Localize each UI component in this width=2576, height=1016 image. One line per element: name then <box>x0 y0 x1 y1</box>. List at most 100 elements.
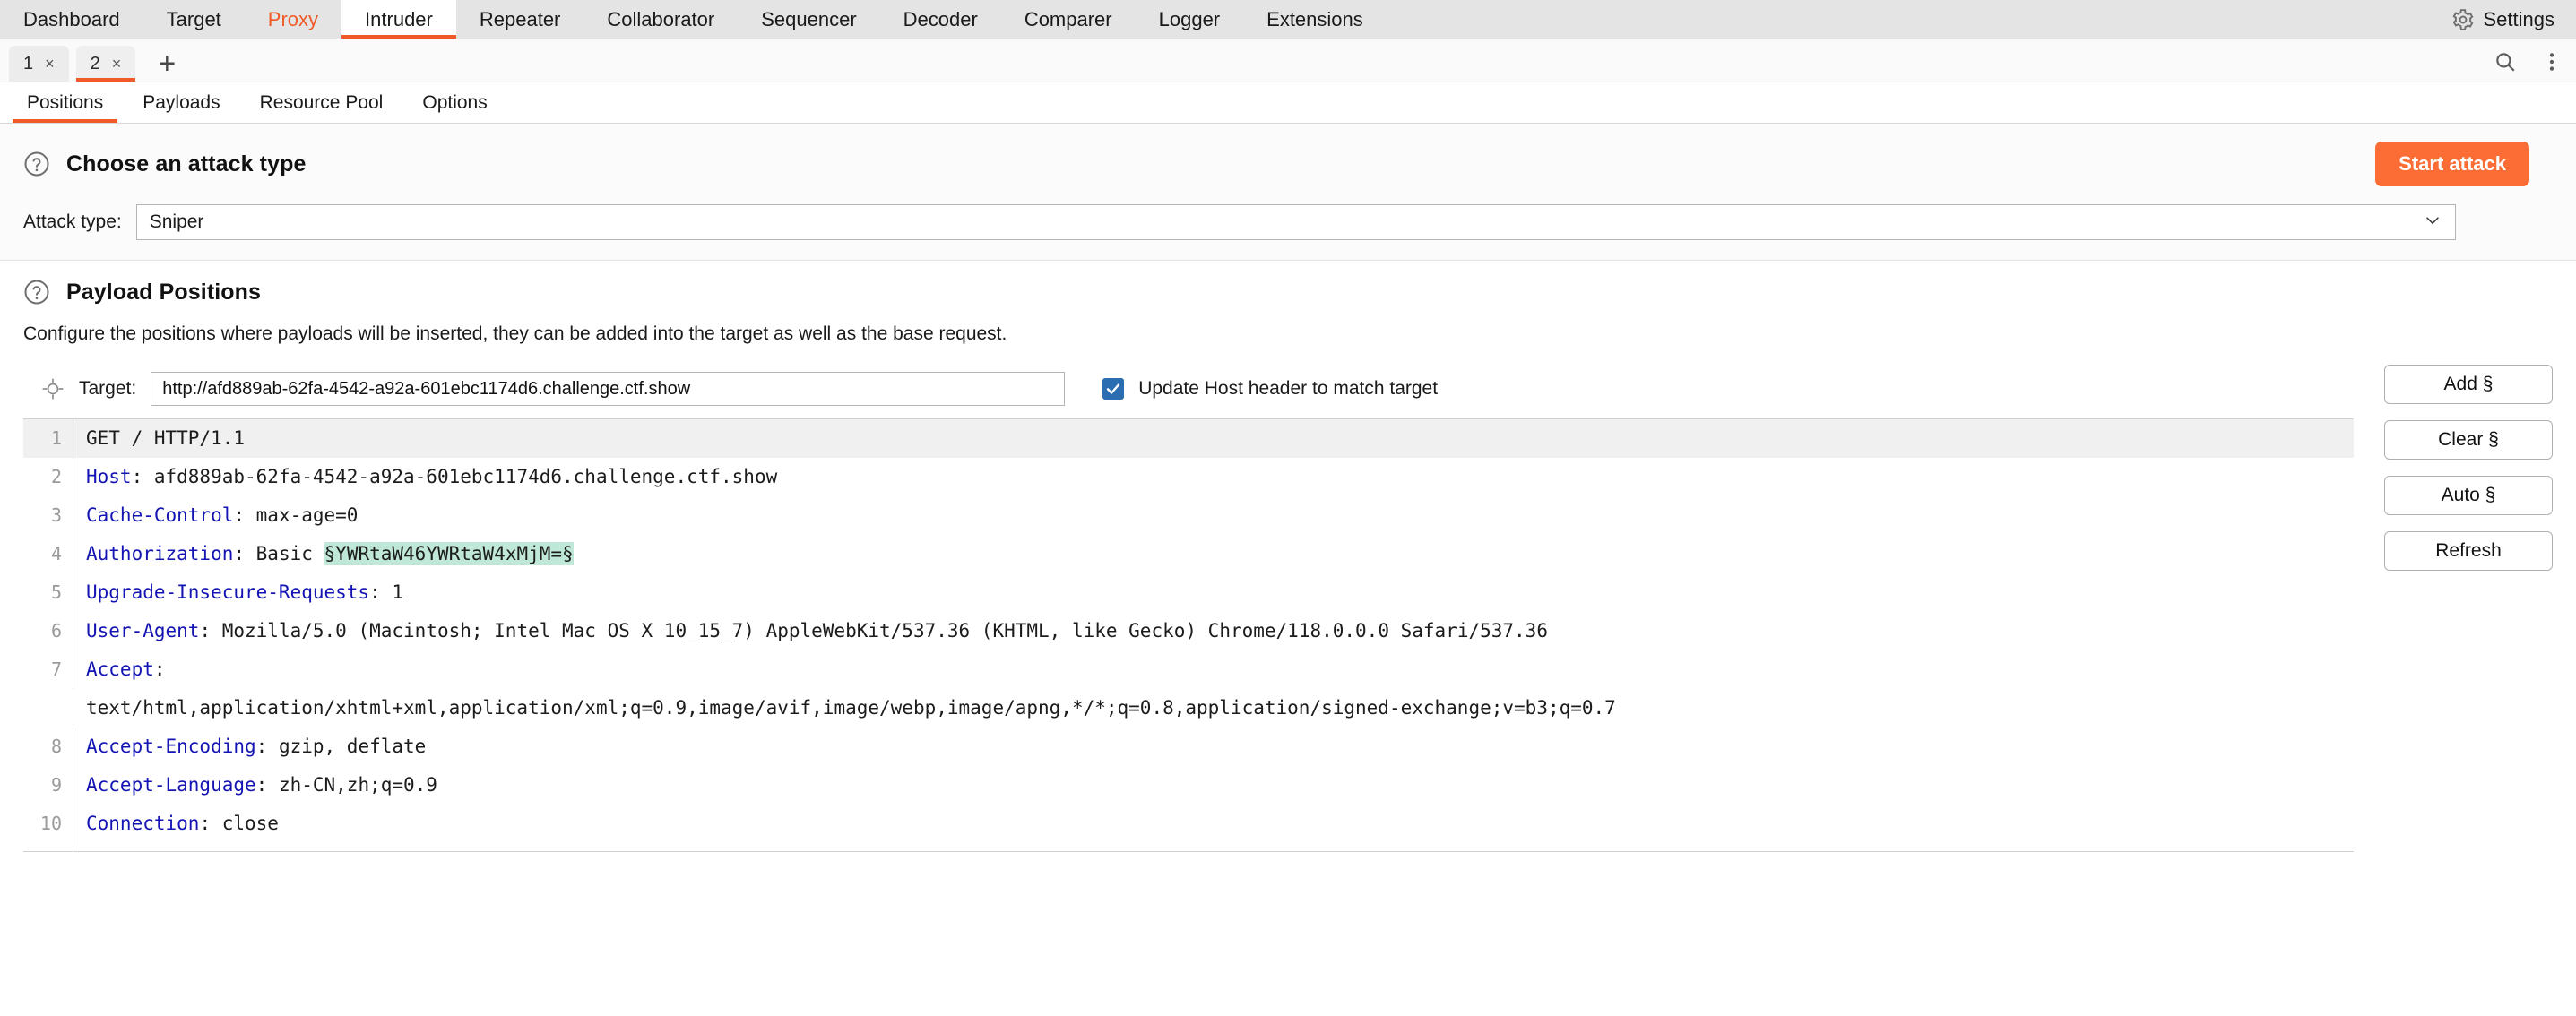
sub-tab-resource-pool[interactable]: Resource Pool <box>240 82 403 123</box>
attack-tab-label: 2 <box>90 53 100 73</box>
header-name: Authorization <box>86 543 234 564</box>
main-tab-comparer[interactable]: Comparer <box>1001 0 1136 39</box>
header-value: : Mozilla/5.0 (Macintosh; Intel Mac OS X… <box>199 620 1548 641</box>
header-name: Upgrade-Insecure-Requests <box>86 581 370 603</box>
line-number: 1 <box>23 419 73 458</box>
main-tab-repeater[interactable]: Repeater <box>456 0 584 39</box>
main-tab-intruder[interactable]: Intruder <box>341 0 456 39</box>
attack-type-selected-value: Sniper <box>149 211 204 232</box>
request-line-text[interactable]: Accept-Language: zh-CN,zh;q=0.9 <box>73 766 2354 805</box>
payload-position-marker[interactable]: §YWRtaW46YWRtaW4xMjM=§ <box>324 542 574 565</box>
kebab-menu-icon[interactable] <box>2540 50 2563 73</box>
request-line: 3 Cache-Control: max-age=0 <box>23 496 2354 535</box>
request-line-text[interactable]: GET / HTTP/1.1 <box>73 419 2354 458</box>
request-line-text[interactable]: Host: afd889ab-62fa-4542-a92a-601ebc1174… <box>73 458 2354 496</box>
request-line: 1 GET / HTTP/1.1 <box>23 419 2354 458</box>
side-button-auto[interactable]: Auto § <box>2384 476 2553 515</box>
main-tab-proxy[interactable]: Proxy <box>245 0 341 39</box>
request-line-text[interactable]: Accept-Encoding: gzip, deflate <box>73 728 2354 766</box>
help-circle-icon[interactable] <box>23 279 50 306</box>
main-tab-bar: Dashboard Target Proxy Intruder Repeater Coll… <box>0 0 2576 39</box>
request-line: 11 <box>23 843 2354 851</box>
main-tab-dashboard[interactable]: Dashboard <box>0 0 143 39</box>
search-icon[interactable] <box>2494 50 2517 73</box>
attack-type-label: Attack type: <box>23 211 122 232</box>
attack-tab-tools <box>2494 46 2563 82</box>
page-title: Choose an attack type <box>66 151 307 177</box>
request-line-text[interactable]: User-Agent: Mozilla/5.0 (Macintosh; Inte… <box>73 612 2354 650</box>
sub-tab-options[interactable]: Options <box>402 82 506 123</box>
main-tab-decoder[interactable]: Decoder <box>880 0 1001 39</box>
line-number: 4 <box>23 535 73 573</box>
payload-positions-header: Payload Positions <box>0 279 2576 306</box>
attack-tab-bar: 1 × 2 × + <box>0 39 2576 82</box>
request-line: 2 Host: afd889ab-62fa-4542-a92a-601ebc117… <box>23 458 2354 496</box>
line-number: 8 <box>23 728 73 766</box>
request-line: 7 Accept: text/html,application/xhtml+xml… <box>23 650 2354 728</box>
attack-type-select[interactable]: Sniper <box>135 204 2456 240</box>
attack-type-row: Attack type: Sniper <box>0 204 2576 240</box>
line-number: 3 <box>23 496 73 535</box>
header-name: User-Agent <box>86 620 200 641</box>
attack-tab-label: 1 <box>23 53 34 73</box>
attack-tab-2[interactable]: 2 × <box>75 46 136 82</box>
payload-positions-section: Payload Positions Configure the position… <box>0 261 2576 872</box>
header-name: Accept-Language <box>86 774 256 796</box>
payload-positions-description: Configure the positions where payloads w… <box>23 323 1007 344</box>
line-number: 9 <box>23 766 73 805</box>
target-row: Target: Update Host header to match targ… <box>23 361 2354 418</box>
main-tab-extensions[interactable]: Extensions <box>1243 0 1387 39</box>
main-tab-logger[interactable]: Logger <box>1136 0 1244 39</box>
side-button-clear[interactable]: Clear § <box>2384 420 2553 460</box>
target-input[interactable] <box>151 372 1066 406</box>
update-host-checkbox-row[interactable]: Update Host header to match target <box>1102 378 1438 400</box>
side-button-add[interactable]: Add § <box>2384 365 2553 404</box>
header-name: Cache-Control <box>86 504 234 526</box>
header-value: GET / HTTP/1.1 <box>86 427 246 449</box>
request-line-text[interactable]: Accept: text/html,application/xhtml+xml,… <box>73 650 2354 728</box>
settings-button[interactable]: Settings <box>2441 0 2576 39</box>
add-attack-tab-button[interactable]: + <box>148 46 186 82</box>
request-panel: Target: Update Host header to match targ… <box>23 361 2354 852</box>
request-line-text[interactable]: Cache-Control: max-age=0 <box>73 496 2354 535</box>
request-editor[interactable]: 1 GET / HTTP/1.1 2 Host: afd889ab-62fa-4542… <box>23 418 2354 852</box>
main-tab-sequencer[interactable]: Sequencer <box>738 0 879 39</box>
sub-tab-positions[interactable]: Positions <box>7 82 123 123</box>
close-icon[interactable]: × <box>45 56 55 72</box>
line-number: 7 <box>23 650 73 689</box>
close-icon[interactable]: × <box>112 56 122 72</box>
update-host-checkbox[interactable] <box>1102 378 1125 400</box>
chevron-down-icon <box>2423 211 2442 235</box>
main-tab-collaborator[interactable]: Collaborator <box>583 0 738 39</box>
positions-sub-tab-bar: Positions Payloads Resource Pool Options <box>0 82 2576 124</box>
settings-label: Settings <box>2483 7 2555 30</box>
request-line-text[interactable]: Connection: close <box>73 805 2354 843</box>
request-line: 9 Accept-Language: zh-CN,zh;q=0.9 <box>23 766 2354 805</box>
request-line-text[interactable]: Upgrade-Insecure-Requests: 1 <box>73 573 2354 612</box>
header-value: : close <box>199 813 279 834</box>
start-attack-button[interactable]: Start attack <box>2375 142 2529 186</box>
target-label: Target: <box>79 378 137 399</box>
request-line: 8 Accept-Encoding: gzip, deflate <box>23 728 2354 766</box>
crosshair-icon <box>41 377 65 400</box>
payload-positions-title: Payload Positions <box>66 279 262 305</box>
request-line-text[interactable]: Authorization: Basic §YWRtaW46YWRtaW4xMj… <box>73 535 2354 573</box>
side-button-refresh[interactable]: Refresh <box>2384 531 2553 571</box>
update-host-label: Update Host header to match target <box>1138 378 1439 399</box>
request-line: 6 User-Agent: Mozilla/5.0 (Macintosh; Int… <box>23 612 2354 650</box>
header-name: Accept-Encoding <box>86 736 256 757</box>
main-tab-target[interactable]: Target <box>143 0 245 39</box>
attack-type-header: Choose an attack type Start attack <box>0 142 2576 186</box>
header-name: Accept <box>86 659 154 680</box>
header-value: : max-age=0 <box>233 504 359 526</box>
header-value: : afd889ab-62fa-4542-a92a-601ebc1174d6.c… <box>131 466 778 487</box>
line-number: 2 <box>23 458 73 496</box>
sub-tab-payloads[interactable]: Payloads <box>123 82 239 123</box>
line-number: 5 <box>23 573 73 612</box>
line-number: 10 <box>23 805 73 843</box>
attack-tab-1[interactable]: 1 × <box>9 46 69 82</box>
attack-type-section: Choose an attack type Start attack Attac… <box>0 124 2576 261</box>
header-value: : Basic <box>233 543 324 564</box>
help-circle-icon[interactable] <box>23 151 50 177</box>
header-name: Host <box>86 466 132 487</box>
